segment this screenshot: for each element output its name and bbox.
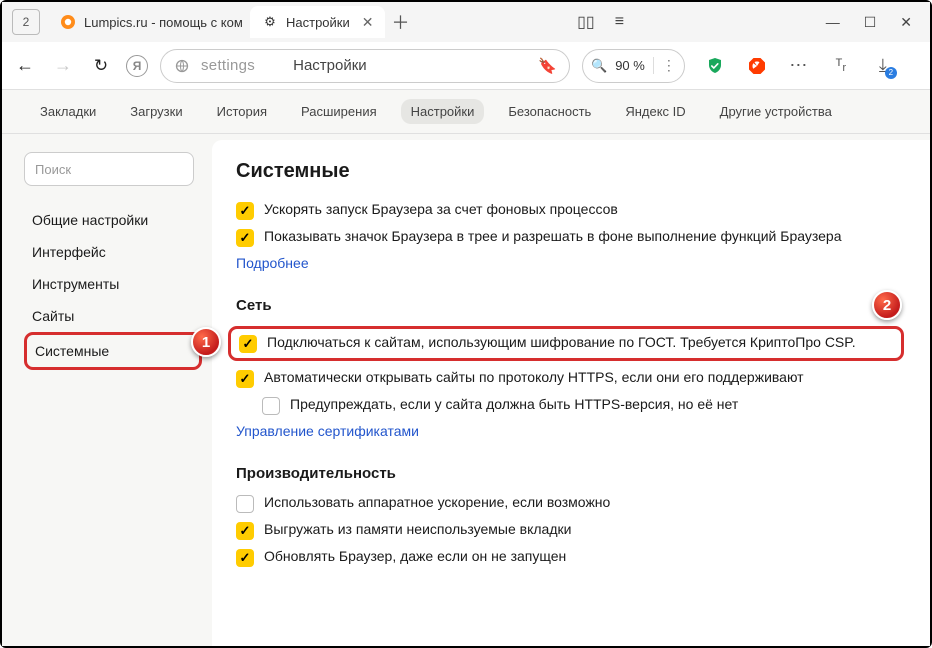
subnav-bookmarks[interactable]: Закладки [30, 99, 106, 124]
favicon-settings-icon: ⚙ [262, 14, 278, 30]
subnav-other-devices[interactable]: Другие устройства [710, 99, 842, 124]
opt-label: Предупреждать, если у сайта должна быть … [290, 396, 738, 412]
opt-gost[interactable]: Подключаться к сайтам, использующим шифр… [239, 334, 893, 353]
zoom-icon: 🔍 [591, 58, 607, 74]
opt-auto-https[interactable]: Автоматически открывать сайты по протоко… [236, 369, 896, 388]
minimize-button[interactable]: ― [826, 14, 840, 31]
window-controls: ― ☐ ✕ [812, 14, 926, 31]
opt-tray-icon[interactable]: Показывать значок Браузера в трее и разр… [236, 228, 896, 247]
subnav-history[interactable]: История [207, 99, 277, 124]
sidebar-item-sites[interactable]: Сайты [24, 300, 202, 332]
opt-warn-https[interactable]: Предупреждать, если у сайта должна быть … [262, 396, 896, 415]
downloads-icon[interactable]: ⤓2 [873, 56, 893, 76]
tab-label: Lumpics.ru - помощь с ком [84, 15, 243, 30]
back-button[interactable]: ← [12, 53, 38, 79]
omnibox[interactable]: settings Настройки 🔖 [160, 49, 570, 83]
subnav-downloads[interactable]: Загрузки [120, 99, 192, 124]
opt-label: Показывать значок Браузера в трее и разр… [264, 228, 842, 244]
protect-icon[interactable] [705, 56, 725, 76]
checkbox-icon[interactable] [262, 397, 280, 415]
checkbox-icon[interactable] [236, 495, 254, 513]
opt-label: Автоматически открывать сайты по протоко… [264, 369, 804, 385]
tab-label: Настройки [286, 15, 350, 30]
opt-label: Выгружать из памяти неиспользуемые вклад… [264, 521, 571, 537]
subhead-performance: Производительность [236, 465, 896, 482]
opt-hw-accel[interactable]: Использовать аппаратное ускорение, если … [236, 494, 896, 513]
section-title-system: Системные [236, 160, 896, 183]
sidebar-item-system[interactable]: Системные 1 [24, 332, 202, 370]
toolbar-icons: ⋯ ᵀᵣ ⤓2 [705, 56, 893, 76]
favicon-lumpics-icon [60, 14, 76, 30]
checkbox-icon[interactable] [236, 549, 254, 567]
opt-label: Использовать аппаратное ускорение, если … [264, 494, 610, 510]
checkbox-icon[interactable] [236, 202, 254, 220]
zoom-menu-icon[interactable]: ⋮ [653, 57, 676, 74]
reload-button[interactable]: ↻ [88, 53, 114, 79]
site-info-icon[interactable] [173, 57, 191, 75]
url-title: Настройки [293, 57, 367, 74]
opt-gost-row: Подключаться к сайтам, использующим шифр… [228, 326, 904, 361]
opt-label: Подключаться к сайтам, использующим шифр… [267, 334, 856, 350]
opt-label: Ускорять запуск Браузера за счет фоновых… [264, 201, 618, 217]
adblock-icon[interactable] [747, 56, 767, 76]
opt-label: Обновлять Браузер, даже если он не запущ… [264, 548, 566, 564]
tab-settings[interactable]: ⚙ Настройки ✕ [250, 6, 385, 38]
forward-button[interactable]: → [50, 53, 76, 79]
sidebar-item-tools[interactable]: Инструменты [24, 268, 202, 300]
close-tab-icon[interactable]: ✕ [362, 14, 374, 31]
titlebar: 2 Lumpics.ru - помощь с ком ⚙ Настройки … [2, 2, 930, 42]
menu-lines-icon[interactable]: ≡ [615, 13, 624, 31]
callout-2: 2 [872, 290, 902, 320]
collections-icon[interactable]: ▯▯ [577, 12, 595, 32]
opt-unload-tabs[interactable]: Выгружать из памяти неиспользуемые вклад… [236, 521, 896, 540]
subhead-network: Сеть [236, 297, 896, 314]
tab-lumpics[interactable]: Lumpics.ru - помощь с ком [48, 6, 248, 38]
sidebar-item-label: Системные [35, 343, 109, 359]
checkbox-icon[interactable] [236, 229, 254, 247]
translate-icon[interactable]: ᵀᵣ [831, 56, 851, 76]
link-cert-management[interactable]: Управление сертификатами [236, 423, 896, 439]
settings-search-input[interactable]: Поиск [24, 152, 194, 186]
bookmark-icon[interactable]: 🔖 [538, 57, 557, 75]
opt-auto-update[interactable]: Обновлять Браузер, даже если он не запущ… [236, 548, 896, 567]
sidebar-item-interface[interactable]: Интерфейс [24, 236, 202, 268]
subnav-extensions[interactable]: Расширения [291, 99, 387, 124]
subnav-settings[interactable]: Настройки [401, 99, 485, 124]
extensions-menu-icon[interactable]: ⋯ [789, 56, 809, 76]
checkbox-icon[interactable] [236, 522, 254, 540]
downloads-badge: 2 [885, 67, 897, 79]
checkbox-icon[interactable] [239, 335, 257, 353]
settings-content: Системные Ускорять запуск Браузера за сч… [212, 140, 930, 646]
settings-sidebar: Поиск Общие настройки Интерфейс Инструме… [2, 134, 202, 646]
subnav-security[interactable]: Безопасность [498, 99, 601, 124]
zoom-chip[interactable]: 🔍 90 % ⋮ [582, 49, 685, 83]
maximize-button[interactable]: ☐ [864, 14, 877, 31]
new-tab-button[interactable]: ＋ [387, 9, 413, 35]
checkbox-icon[interactable] [236, 370, 254, 388]
search-placeholder: Поиск [35, 162, 71, 177]
zoom-value: 90 % [615, 58, 645, 73]
opt-speedup-launch[interactable]: Ускорять запуск Браузера за счет фоновых… [236, 201, 896, 220]
url-text: settings [201, 57, 255, 74]
address-bar: ← → ↻ Я settings Настройки 🔖 🔍 90 % ⋮ ⋯ … [2, 42, 930, 90]
close-window-button[interactable]: ✕ [900, 14, 912, 31]
yandex-home-icon[interactable]: Я [126, 55, 148, 77]
callout-1: 1 [191, 327, 221, 357]
tab-count-badge[interactable]: 2 [12, 9, 40, 35]
sidebar-item-general[interactable]: Общие настройки [24, 204, 202, 236]
link-more[interactable]: Подробнее [236, 255, 896, 271]
settings-subnav: Закладки Загрузки История Расширения Нас… [2, 90, 930, 134]
main-wrap: Поиск Общие настройки Интерфейс Инструме… [2, 134, 930, 646]
subnav-yandex-id[interactable]: Яндекс ID [615, 99, 695, 124]
